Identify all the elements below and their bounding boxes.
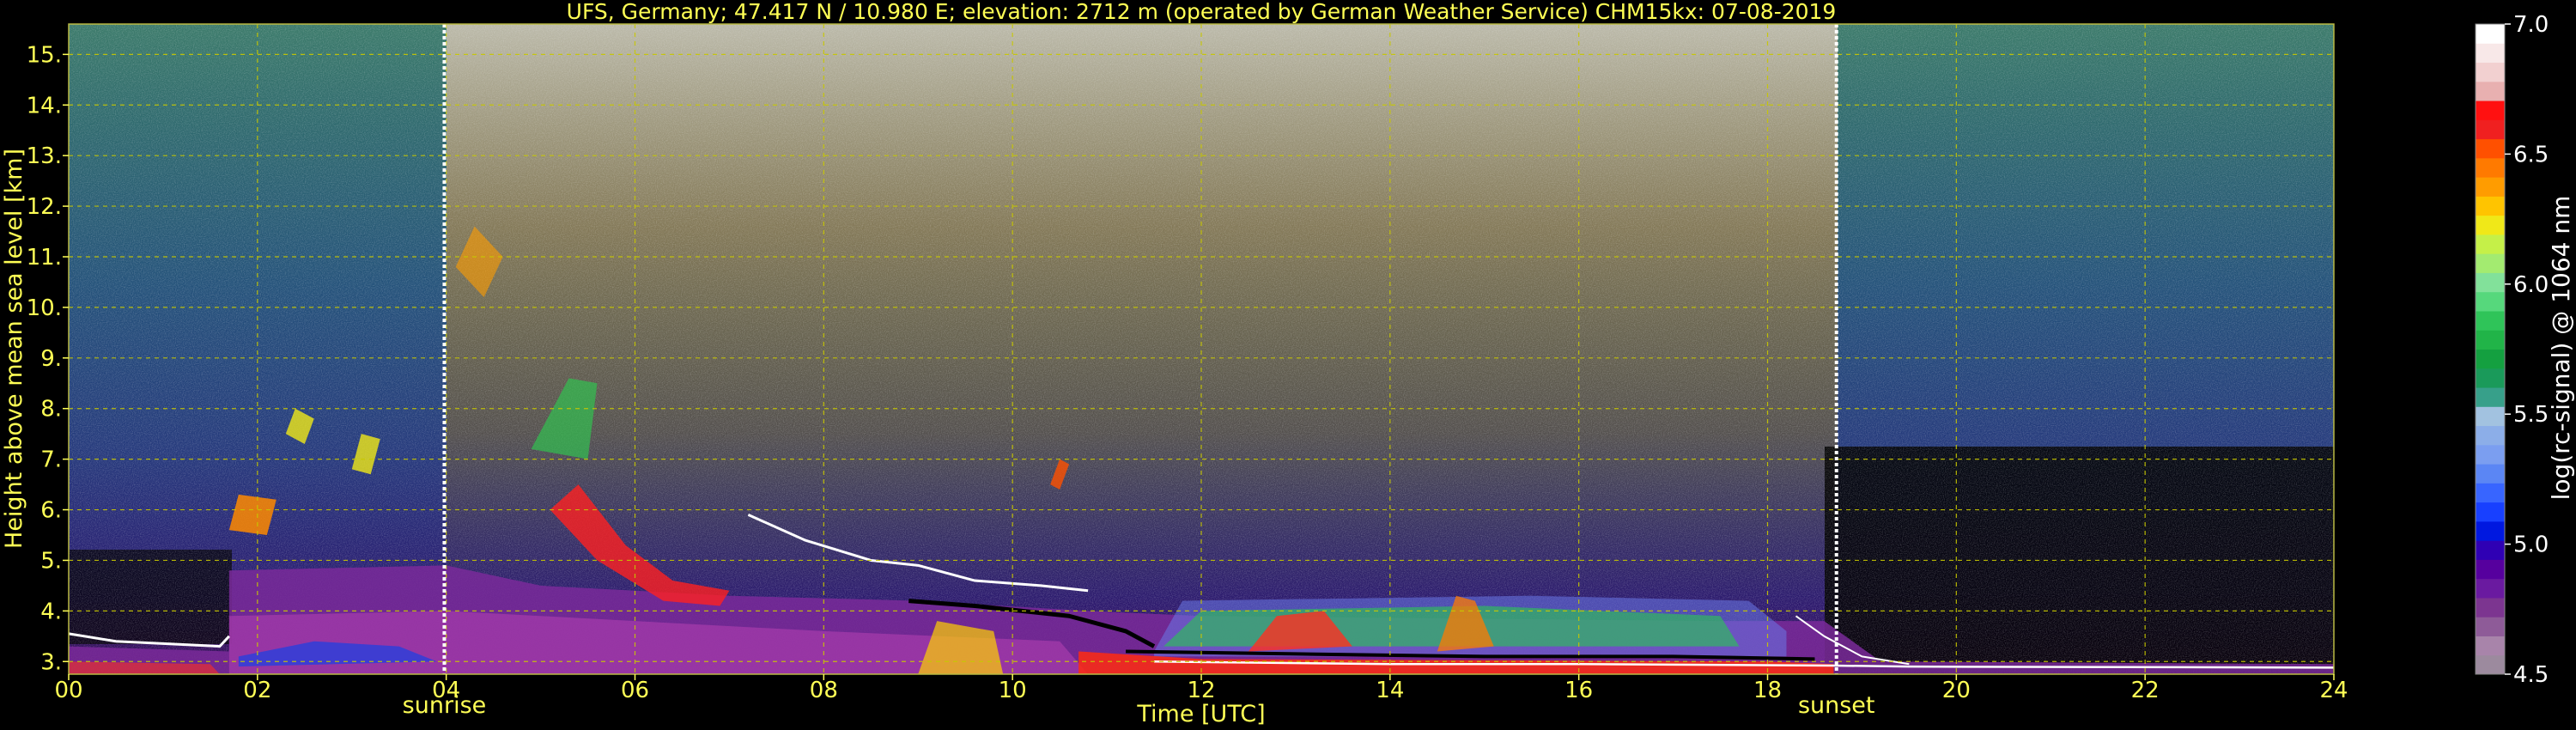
colorbar-segment <box>2476 636 2505 656</box>
colorbar-segment <box>2476 100 2505 120</box>
colorbar-tick-label: 7.0 <box>2513 12 2549 38</box>
colorbar-segment <box>2476 444 2505 465</box>
y-tick-label: 9. <box>40 346 62 372</box>
colorbar-segment <box>2476 540 2505 560</box>
y-tick-label: 13. <box>27 143 62 169</box>
y-tick-label: 11. <box>27 245 62 271</box>
y-tick-label: 3. <box>40 649 62 675</box>
colorbar-segment <box>2476 368 2505 388</box>
colorbar-segment <box>2476 119 2505 140</box>
annotation-label: sunset <box>1798 692 1875 719</box>
y-tick-label: 4. <box>40 599 62 624</box>
y-tick-label: 15. <box>27 42 62 68</box>
colorbar: 4.5 5.0 5.5 6.0 6.5 7.0 <box>2475 12 2549 688</box>
x-axis-label: Time [UTC] <box>1136 701 1265 727</box>
colorbar-segment <box>2476 349 2505 369</box>
colorbar-segment <box>2476 520 2505 541</box>
y-axis-ticks: 3. 4. 5. 6. 7. 8. 9. 10. 11. 12. 13. 14. 15. <box>27 42 69 675</box>
colorbar-segment <box>2476 157 2505 178</box>
chart-title: UFS, Germany; 47.417 N / 10.980 E; eleva… <box>567 0 1837 24</box>
colorbar-tick-label: 5.5 <box>2513 402 2549 428</box>
x-tick-label: 02 <box>243 678 271 703</box>
y-tick-label: 5. <box>40 548 62 574</box>
y-tick-label: 10. <box>27 295 62 321</box>
x-tick-label: 16 <box>1564 678 1593 703</box>
x-tick-label: 14 <box>1376 678 1404 703</box>
colorbar-tick-label: 5.0 <box>2513 532 2549 558</box>
lidar-ceilometer-figure: 00 02 04 06 08 10 12 14 16 18 20 22 24 3.4.5.6.7.8.9… <box>1 0 2575 727</box>
colorbar-segment <box>2476 196 2505 216</box>
x-tick-label: 10 <box>999 678 1027 703</box>
x-tick-label: 06 <box>621 678 649 703</box>
colorbar-segment <box>2476 234 2505 254</box>
colorbar-segment <box>2476 81 2505 101</box>
colorbar-segment <box>2476 215 2505 235</box>
y-tick-label: 7. <box>40 447 62 473</box>
x-axis-ticks: 00 02 04 06 08 10 12 14 16 18 20 22 24 <box>54 674 2348 703</box>
colorbar-segment <box>2476 425 2505 446</box>
colorbar-segment <box>2476 464 2505 484</box>
colorbar-segment <box>2476 272 2505 293</box>
y-tick-label: 14. <box>27 93 62 119</box>
colorbar-segment <box>2476 559 2505 580</box>
colorbar-segment <box>2476 291 2505 312</box>
colorbar-segment <box>2476 502 2505 522</box>
colorbar-segment <box>2476 597 2505 617</box>
colorbar-segment <box>2476 387 2505 407</box>
colorbar-segment <box>2476 330 2505 350</box>
colorbar-label: log(rc-signal) @ 1064 nm <box>2547 196 2575 501</box>
colorbar-segment <box>2476 43 2505 64</box>
plot-area <box>68 23 2335 675</box>
colorbar-segment <box>2476 578 2505 599</box>
colorbar-segment <box>2476 483 2505 503</box>
colorbar-tick-label: 6.5 <box>2513 142 2549 167</box>
x-tick-label: 18 <box>1753 678 1782 703</box>
y-tick-label: 6. <box>40 498 62 524</box>
colorbar-segment <box>2476 62 2505 82</box>
colorbar-segment <box>2476 654 2505 675</box>
y-tick-label: 8. <box>40 397 62 423</box>
colorbar-segment <box>2476 24 2505 44</box>
x-tick-label: 12 <box>1187 678 1215 703</box>
x-tick-label: 20 <box>1942 678 1971 703</box>
colorbar-tick-label: 6.0 <box>2513 272 2549 298</box>
y-axis-label: Height above mean sea level [km] <box>1 149 27 549</box>
colorbar-segment <box>2476 177 2505 197</box>
colorbar-segment <box>2476 310 2505 331</box>
colorbar-tick-label: 4.5 <box>2513 662 2549 688</box>
y-tick-label: 12. <box>27 194 62 220</box>
x-tick-label: 22 <box>2131 678 2160 703</box>
colorbar-segment <box>2476 138 2505 159</box>
x-tick-label: 08 <box>810 678 838 703</box>
annotation-label: sunrise <box>403 692 487 719</box>
x-tick-label: 00 <box>54 678 82 703</box>
x-tick-label: 24 <box>2319 678 2348 703</box>
colorbar-segment <box>2476 406 2505 427</box>
colorbar-segment <box>2476 253 2505 273</box>
colorbar-segment <box>2476 617 2505 636</box>
